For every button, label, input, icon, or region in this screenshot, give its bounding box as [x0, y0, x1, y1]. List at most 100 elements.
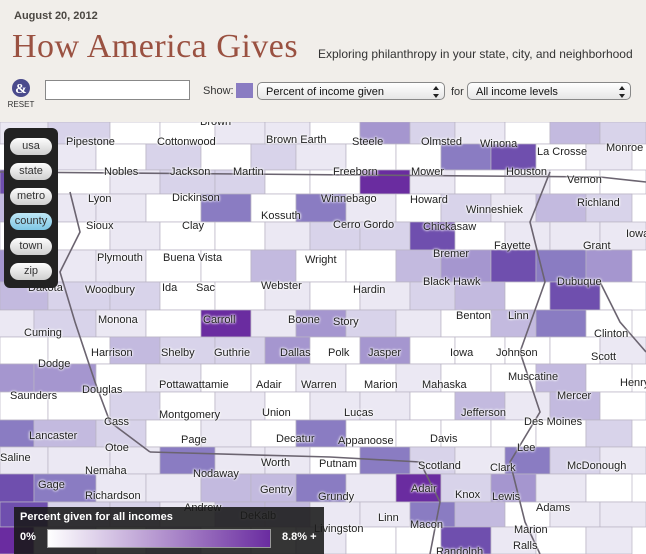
county-shape[interactable] — [0, 363, 35, 393]
county-shape[interactable] — [214, 281, 266, 311]
county-label: Scott — [591, 351, 617, 363]
legend-max-label: 8.8% + — [282, 531, 317, 543]
county-label: Gentry — [260, 484, 294, 496]
county-label: Clark — [490, 462, 516, 474]
county-label: Adams — [536, 502, 571, 514]
county-label: Cerro Gordo — [333, 219, 395, 231]
county-label: Lee — [517, 442, 536, 454]
county-label: Mower — [411, 166, 445, 178]
county-label: Winnebago — [321, 193, 377, 205]
county-label: Grant — [583, 240, 611, 252]
county-label: Steele — [352, 136, 384, 148]
county-shape[interactable] — [549, 122, 601, 145]
county-label: Putnam — [319, 458, 357, 470]
county-label: Jefferson — [461, 407, 507, 419]
legend-title: Percent given for all incomes — [20, 511, 173, 523]
county-label: Muscatine — [508, 371, 559, 383]
level-metro-button[interactable]: metro — [10, 188, 52, 205]
county-shape[interactable] — [599, 501, 646, 528]
county-label: Iowa — [626, 228, 646, 240]
metric-color-swatch — [236, 83, 253, 98]
county-label: Ralls — [513, 540, 538, 552]
county-label: Clinton — [594, 328, 629, 340]
county-shape[interactable] — [250, 249, 297, 283]
county-label: Howard — [410, 194, 448, 206]
county-shape[interactable] — [0, 473, 35, 503]
county-label: Pipestone — [66, 136, 115, 148]
search-input[interactable] — [45, 80, 190, 100]
county-shape[interactable] — [109, 122, 161, 145]
county-label: Kossuth — [261, 210, 301, 222]
date-label: August 20, 2012 — [14, 10, 98, 22]
county-label: Jackson — [170, 166, 211, 178]
level-town-button[interactable]: town — [10, 238, 52, 255]
county-label: Boone — [288, 314, 320, 326]
level-zip-button[interactable]: zip — [10, 263, 52, 280]
county-shape[interactable] — [145, 309, 202, 338]
county-label: Clay — [182, 220, 205, 232]
county-label: Saunders — [10, 390, 58, 402]
level-county-button[interactable]: county — [10, 213, 52, 230]
county-label: Scotland — [418, 460, 461, 472]
county-shape[interactable] — [395, 309, 442, 338]
county-label: Houston — [506, 166, 547, 178]
county-label: Richardson — [85, 490, 141, 502]
county-label: Mahaska — [422, 379, 467, 391]
county-shape[interactable] — [264, 221, 311, 251]
for-label: for — [451, 86, 464, 98]
county-shape[interactable] — [409, 391, 456, 421]
county-label: Dickinson — [172, 192, 220, 204]
county-label: Plymouth — [97, 252, 143, 264]
county-label: Mercer — [557, 390, 592, 402]
county-shape[interactable] — [214, 391, 266, 421]
level-usa-button[interactable]: usa — [10, 138, 52, 155]
county-label: Pottawattamie — [159, 379, 229, 391]
county-shape[interactable] — [200, 419, 252, 448]
reset-label: RESET — [7, 100, 35, 109]
county-label: Buena Vista — [163, 252, 223, 264]
show-label: Show: — [203, 85, 234, 97]
county-label: Iowa — [450, 347, 474, 359]
county-shape[interactable] — [585, 473, 633, 503]
county-label: McDonough — [567, 460, 627, 472]
county-label: Nemaha — [85, 465, 127, 477]
county-shape[interactable] — [599, 122, 646, 145]
county-label: Ida — [162, 282, 178, 294]
level-state-button[interactable]: state — [10, 163, 52, 180]
ampersand-icon: & — [12, 79, 30, 97]
county-shape[interactable] — [535, 473, 587, 503]
county-label: Decatur — [276, 433, 315, 445]
county-label: Johnson — [496, 347, 538, 359]
county-label: Jasper — [368, 347, 402, 359]
county-label: Dubuque — [557, 276, 602, 288]
county-label: Cottonwood — [157, 136, 216, 148]
county-shape[interactable] — [454, 501, 506, 528]
county-shape[interactable] — [409, 336, 456, 365]
county-label: Linn — [378, 512, 399, 524]
county-label: Davis — [430, 433, 458, 445]
county-shape[interactable] — [345, 249, 397, 283]
county-label: Winneshiek — [466, 204, 523, 216]
county-label: Chickasaw — [423, 221, 477, 233]
county-label: Wright — [305, 254, 337, 266]
county-shape[interactable] — [214, 221, 266, 251]
county-label: Appanoose — [338, 435, 394, 447]
income-select[interactable]: All income levels — [467, 82, 631, 100]
choropleth-map[interactable]: Brown Pipestone Cottonwood Brown Earth Steel… — [0, 122, 646, 554]
county-shape[interactable] — [585, 526, 633, 554]
county-label: Webster — [261, 280, 302, 292]
county-label: Story — [333, 316, 359, 328]
county-shape[interactable] — [535, 309, 587, 338]
header: August 20, 2012 How America Gives Explor… — [0, 0, 646, 123]
county-shape[interactable] — [585, 419, 633, 448]
select-arrows-icon — [619, 86, 625, 98]
reset-button[interactable]: & RESET — [6, 78, 36, 109]
county-shape[interactable] — [599, 391, 646, 421]
county-shape[interactable] — [109, 221, 161, 251]
county-shape[interactable] — [454, 169, 506, 195]
county-label: Des Moines — [524, 416, 583, 428]
income-select-value: All income levels — [476, 86, 558, 98]
metric-select[interactable]: Percent of income given — [257, 82, 445, 100]
metric-select-value: Percent of income given — [266, 86, 385, 98]
county-shape[interactable] — [490, 249, 537, 283]
